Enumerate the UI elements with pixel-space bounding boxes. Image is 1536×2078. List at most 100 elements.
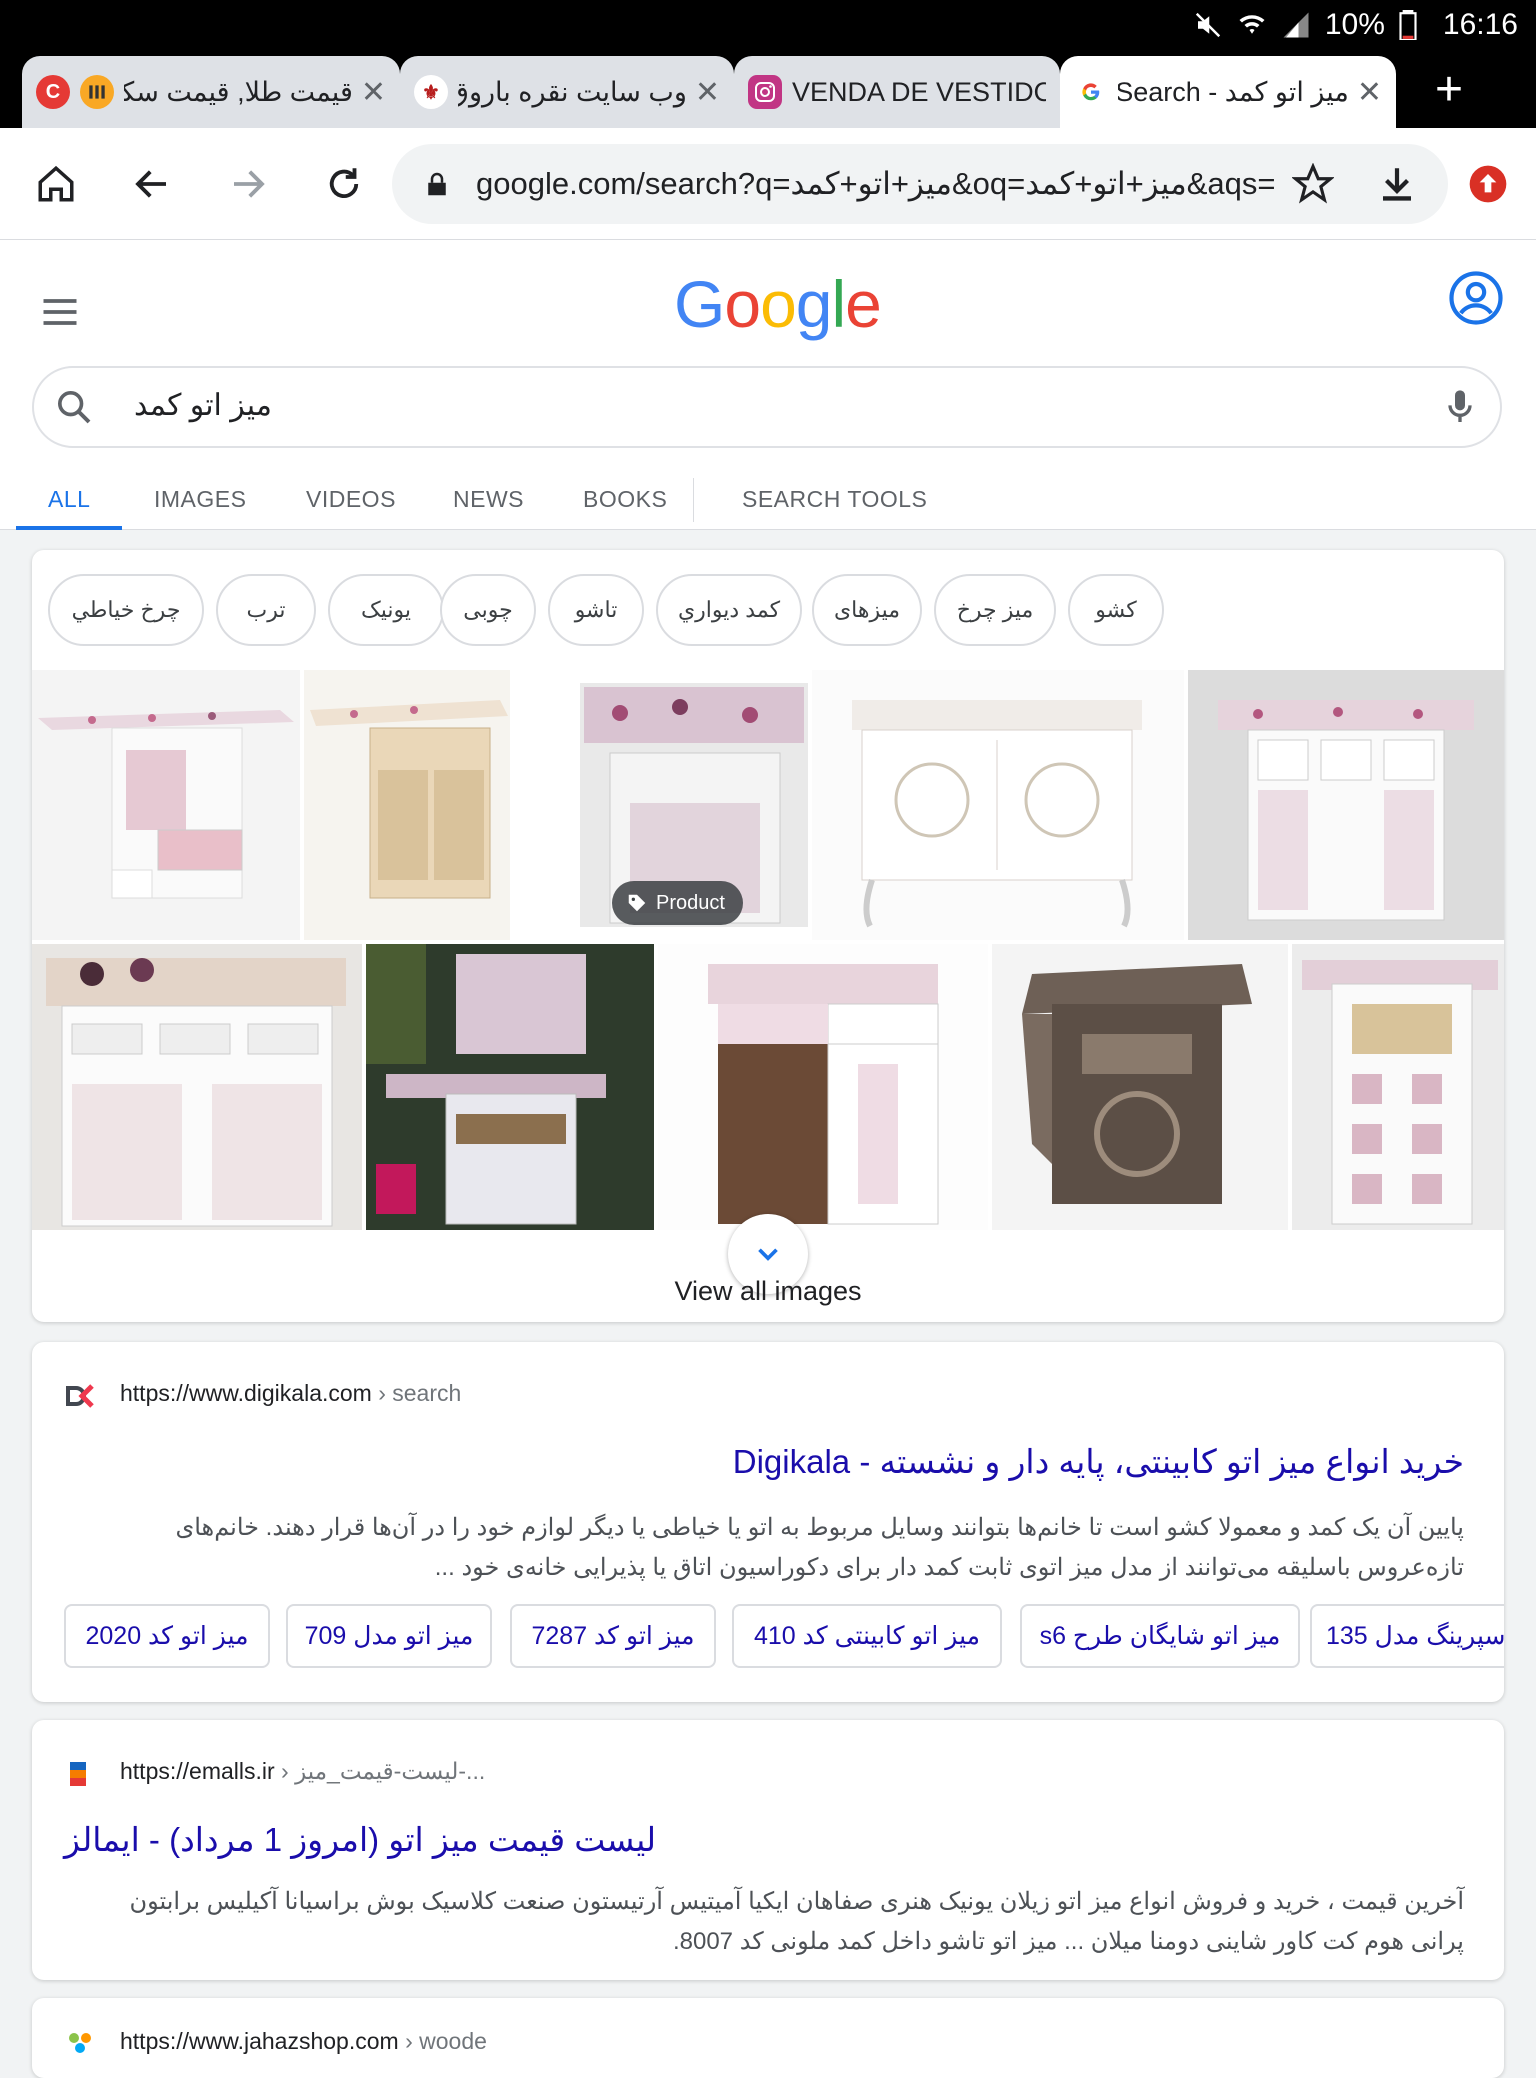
account-button[interactable] (1448, 270, 1504, 331)
tab-books[interactable]: BOOKS (583, 486, 667, 513)
image-thumbnail[interactable] (658, 944, 988, 1230)
tab-news[interactable]: NEWS (453, 486, 524, 513)
tab-title: میز اتو کمد - Search (1118, 76, 1349, 107)
refinement-chip[interactable]: کمد دیواري (656, 574, 802, 646)
refinement-chip[interactable]: چوبی (440, 574, 536, 646)
image-thumbnail[interactable] (32, 944, 362, 1230)
gold-coin-icon (80, 75, 114, 109)
menu-button[interactable] (38, 290, 82, 339)
bookmark-star-icon[interactable] (1292, 163, 1334, 205)
sitelink-chip[interactable]: میز اتو شایگان طرح s6 (1020, 1604, 1300, 1668)
close-icon[interactable]: ✕ (1357, 75, 1382, 110)
result-url[interactable]: https://emalls.ir › لیست-قیمت_میز-... (120, 1758, 485, 1785)
sitelink-chip[interactable]: میز اتو کابینتی کد 410 (732, 1604, 1002, 1668)
tab-search-tools[interactable]: SEARCH TOOLS (742, 486, 927, 513)
image-thumbnail[interactable] (1188, 670, 1504, 940)
tab-strip: C قیمت طلا, قیمت سکه ✕ ⚜ وب سایت نقره با… (0, 52, 1536, 128)
update-arrow-icon (1469, 165, 1507, 203)
search-result: https://www.digikala.com › search خرید ا… (32, 1342, 1504, 1702)
result-domain: https://www.jahazshop.com (120, 2028, 399, 2054)
refinement-chip[interactable]: تاشو (548, 574, 644, 646)
logo-letter: l (831, 267, 847, 341)
tab-divider (693, 478, 694, 522)
back-button[interactable] (124, 156, 180, 212)
address-bar[interactable]: google.com/search?q=میز+اتو+کمد&oq=میز+ا… (392, 144, 1448, 224)
refinement-chip[interactable]: یونیک (328, 574, 444, 646)
wifi-icon (1237, 10, 1267, 40)
result-snippet-line: پرانی هوم کت کاور شاینی دومنا میلان ... … (672, 1928, 1464, 1955)
view-all-images-link[interactable]: View all images (32, 1276, 1504, 1307)
browser-tab[interactable]: ⚜ وب سایت نقره باروق ✕ (400, 56, 734, 128)
mute-icon (1193, 10, 1223, 40)
search-query: میز اتو کمد (134, 389, 272, 422)
search-nav-tabs: ALL IMAGES VIDEOS NEWS BOOKS SEARCH TOOL… (0, 466, 1536, 530)
tab-all[interactable]: ALL (48, 486, 90, 513)
close-icon[interactable]: ✕ (695, 75, 720, 110)
close-icon[interactable]: ✕ (361, 75, 386, 110)
browser-tab-active[interactable]: میز اتو کمد - Search ✕ (1060, 56, 1396, 128)
result-url[interactable]: https://www.digikala.com › search (120, 1380, 461, 1407)
image-thumbnail[interactable] (992, 944, 1288, 1230)
image-thumbnail[interactable] (304, 670, 510, 940)
result-title[interactable]: خرید انواع میز اتو کابینتی، پایه دار و ن… (733, 1442, 1464, 1481)
result-snippet-line: آخرین قیمت ، خرید و فروش انواع میز اتو ز… (129, 1888, 1464, 1915)
update-button[interactable] (1460, 156, 1516, 212)
emalls-logo-icon (70, 1762, 86, 1786)
home-button[interactable] (28, 156, 84, 212)
sitelink-chip[interactable]: میز اتو کد 2020 (64, 1604, 270, 1668)
logo-letter: e (845, 267, 882, 341)
search-box[interactable]: میز اتو کمد (32, 366, 1502, 448)
url-text: google.com/search?q=میز+اتو+کمد&oq=میز+ا… (476, 166, 1276, 201)
jahazshop-logo-icon (69, 2033, 91, 2053)
new-tab-button[interactable]: + (1424, 66, 1474, 116)
lock-icon (428, 172, 446, 196)
microphone-icon[interactable] (1440, 387, 1480, 427)
forward-arrow-icon (234, 170, 265, 198)
product-badge-label: Product (656, 891, 725, 914)
signal-icon (1281, 10, 1311, 40)
browser-tab[interactable]: C قیمت طلا, قیمت سکه ✕ (22, 56, 400, 128)
sitelink-chip[interactable]: اسپرینگ مدل 135 (1310, 1604, 1504, 1668)
download-icon[interactable] (1376, 163, 1418, 205)
image-results-card: چرخ خیاطي ترب یونیک چوبی تاشو کمد دیواري… (32, 550, 1504, 1322)
home-icon (38, 165, 74, 202)
image-thumbnail[interactable] (32, 670, 300, 940)
battery-percent: 10% (1324, 8, 1385, 41)
google-logo[interactable]: Google (674, 266, 882, 342)
refinement-chip[interactable]: کشو (1068, 574, 1164, 646)
image-thumbnail[interactable] (812, 670, 1184, 940)
c-logo-icon: C (36, 75, 70, 109)
result-url[interactable]: https://www.jahazshop.com › woode (120, 2028, 487, 2055)
tab-title: قیمت طلا, قیمت سکه (124, 76, 353, 107)
tab-videos[interactable]: VIDEOS (306, 486, 396, 513)
forward-button[interactable] (220, 156, 276, 212)
refinement-chip[interactable]: میز چرخ (934, 574, 1056, 646)
sitelink-chip[interactable]: میز اتو کد 7287 (510, 1604, 716, 1668)
result-breadcrumb: › woode (398, 2028, 487, 2054)
result-domain: https://emalls.ir (120, 1758, 275, 1784)
result-title[interactable]: لیست قیمت میز اتو (امروز 1 مرداد) - ایما… (64, 1820, 656, 1859)
chevron-down-icon (758, 1248, 778, 1261)
back-arrow-icon (135, 170, 166, 198)
account-circle-icon (1449, 271, 1503, 325)
result-domain: https://www.digikala.com (120, 1380, 372, 1406)
browser-tab[interactable]: VENDA DE VESTIDO (734, 56, 1060, 128)
tab-images[interactable]: IMAGES (154, 486, 246, 513)
search-result: https://www.jahazshop.com › woode (32, 1998, 1504, 2078)
refinement-chip[interactable]: میزهای (812, 574, 922, 646)
refinement-chip[interactable]: ترب (216, 574, 316, 646)
clock: 16:16 (1442, 8, 1518, 41)
tab-title: VENDA DE VESTIDO (792, 76, 1046, 107)
refinement-chip[interactable]: چرخ خیاطي (48, 574, 204, 646)
search-icon[interactable] (54, 387, 94, 427)
status-bar: 10% 16:16 (0, 0, 1536, 52)
result-snippet-line: تازه‌عروس باسلیقه می‌توانند از مدل میز ا… (434, 1554, 1464, 1581)
reload-button[interactable] (316, 156, 372, 212)
result-breadcrumb: › search (371, 1380, 462, 1406)
result-snippet-line: پایین آن یک کمد و معمولا کشو است تا خانم… (175, 1514, 1464, 1541)
tag-icon (628, 894, 646, 912)
google-g-icon (1074, 75, 1108, 109)
image-thumbnail[interactable] (1292, 944, 1504, 1230)
sitelink-chip[interactable]: میز اتو مدل 709 (286, 1604, 492, 1668)
image-thumbnail[interactable] (366, 944, 654, 1230)
